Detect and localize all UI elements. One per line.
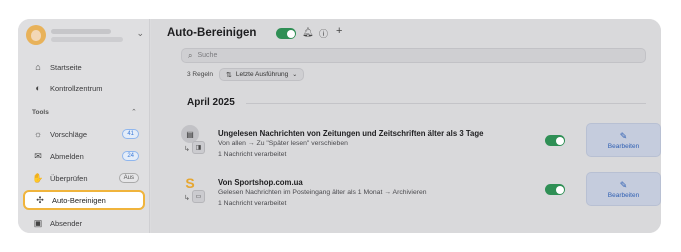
account-name-redacted	[51, 29, 111, 34]
archive-icon: ▭	[192, 190, 205, 203]
sidebar-item-label: Auto-Bereinigen	[52, 195, 106, 205]
add-icon[interactable]: +	[336, 25, 342, 37]
section-label-tools: Tools	[32, 109, 49, 116]
sidebar-item-vorschlaege[interactable]: ☼ Vorschläge 41	[23, 124, 145, 144]
arrow-icon: ↳	[184, 195, 190, 202]
rule-title: Ungelesen Nachrichten von Zeitungen und …	[218, 129, 484, 138]
toggle-icon: ◐	[35, 83, 41, 93]
hand-icon: ✋	[32, 172, 44, 183]
bell-icon[interactable]: 🔔︎	[302, 27, 313, 38]
edit-label: Bearbeiten	[607, 191, 640, 199]
sort-dropdown[interactable]: ⇅ Letzte Ausführung ⌄	[219, 68, 305, 81]
divider	[246, 103, 646, 104]
rule-toggle[interactable]	[545, 135, 565, 146]
sidebar-item-kontrollzentrum[interactable]: ◐ Kontrollzentrum	[23, 78, 145, 98]
main-panel: Auto-Bereinigen 🔔︎ ⓘ + ⌕ Suche 3 Regeln …	[151, 19, 661, 233]
rule-description: Gelesen Nachrichten im Posteingang älter…	[218, 189, 427, 196]
sidebar-item-label: Startseite	[50, 62, 82, 72]
home-icon: ⌂	[35, 62, 41, 72]
edit-icon: ✎	[619, 130, 628, 141]
sidebar-item-label: Absender	[50, 218, 83, 228]
status-badge: Aus	[118, 173, 139, 183]
sidebar-item-absender[interactable]: ▣ Absender	[23, 213, 145, 233]
auto-clean-toggle[interactable]	[276, 28, 296, 39]
app-window: ⌄ ⌂ Startseite ◐ Kontrollzentrum Tools ⌃…	[18, 19, 661, 233]
arrow-icon: ↳	[184, 146, 190, 153]
sort-label: Letzte Ausführung	[235, 71, 289, 78]
account-email-redacted	[51, 37, 123, 42]
sort-icon: ⇅	[226, 71, 232, 79]
month-heading: April 2025	[187, 97, 235, 108]
search-placeholder: Suche	[197, 52, 218, 59]
rule-count: 1 Nachricht verarbeitet	[218, 200, 287, 207]
sidebar-item-abmelden[interactable]: ✉ Abmelden 24	[23, 146, 145, 166]
help-icon[interactable]: ⓘ	[319, 27, 328, 40]
sender-icon: ▣	[33, 217, 43, 228]
edit-button[interactable]: ✎ Bearbeiten	[586, 172, 661, 206]
edit-button[interactable]: ✎ Bearbeiten	[586, 123, 661, 157]
sidebar-item-label: Abmelden	[50, 151, 84, 161]
unsubscribe-icon: ✉	[34, 150, 42, 161]
rule-count: 1 Nachricht verarbeitet	[218, 151, 287, 158]
sparkle-icon: ✣	[36, 194, 44, 205]
count-badge: 41	[122, 129, 139, 139]
sidebar-item-label: Überprüfen	[50, 173, 88, 183]
sidebar-item-label: Kontrollzentrum	[50, 83, 103, 93]
search-field[interactable]: ⌕ Suche	[181, 48, 646, 63]
sidebar-item-ueberpruefen[interactable]: ✋ Überprüfen Aus	[23, 168, 145, 188]
page-title: Auto-Bereinigen	[167, 27, 257, 39]
chevron-down-icon: ⌄	[292, 72, 298, 78]
rule-card: S ↳ ▭ Von Sportshop.com.ua Gelesen Nachr…	[181, 172, 661, 214]
sidebar-item-startseite[interactable]: ⌂ Startseite	[23, 57, 145, 77]
chevron-up-icon[interactable]: ⌃	[131, 108, 137, 116]
count-badge: 24	[122, 151, 139, 161]
rules-count: 3 Regeln	[187, 71, 214, 78]
sidebar: ⌄ ⌂ Startseite ◐ Kontrollzentrum Tools ⌃…	[18, 19, 150, 233]
avatar	[26, 25, 46, 45]
search-icon: ⌕	[188, 50, 193, 60]
edit-icon: ✎	[619, 179, 628, 190]
account-switcher[interactable]: ⌄	[26, 25, 144, 47]
sidebar-item-auto-bereinigen[interactable]: ✣ Auto-Bereinigen	[23, 190, 145, 210]
bookmark-icon: ◨	[192, 141, 205, 154]
sidebar-item-label: Vorschläge	[50, 129, 88, 139]
edit-label: Bearbeiten	[607, 142, 640, 150]
lightbulb-icon: ☼	[33, 129, 43, 139]
rule-toggle[interactable]	[545, 184, 565, 195]
rule-title: Von Sportshop.com.ua	[218, 178, 303, 187]
rule-card: ▤ ↳ ◨ Ungelesen Nachrichten von Zeitunge…	[181, 123, 661, 165]
rule-description: Von allen → Zu "Später lesen" verschiebe…	[218, 140, 348, 147]
chevron-down-icon: ⌄	[136, 28, 144, 38]
